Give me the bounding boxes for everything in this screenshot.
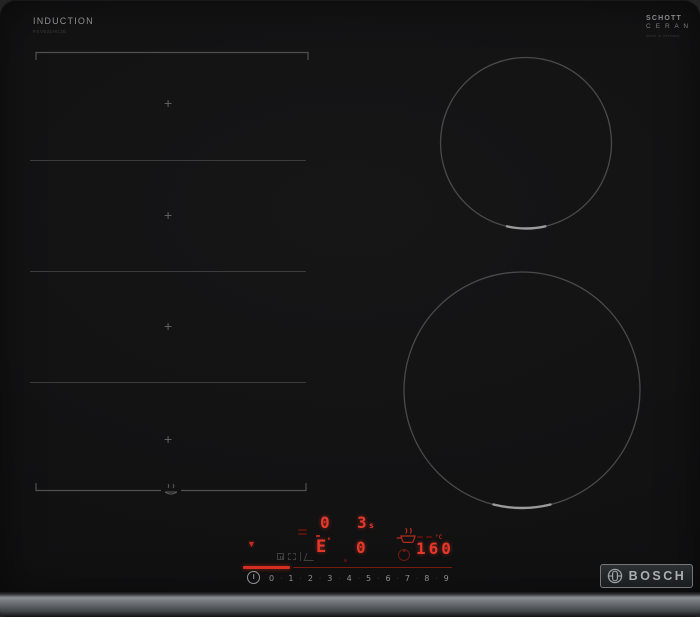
flex-zone-bottom-bracket xyxy=(36,483,306,491)
scale-dot: · xyxy=(358,575,360,582)
scale-dot: · xyxy=(435,575,437,582)
function-keys[interactable] xyxy=(277,552,315,561)
move-zone-icon[interactable] xyxy=(288,553,296,560)
pause-icon[interactable] xyxy=(277,553,284,560)
flex-zone-top-bracket xyxy=(36,53,308,61)
fry-sensor-icon[interactable] xyxy=(396,525,418,545)
plus-icon: + xyxy=(164,207,172,223)
scale-dot: · xyxy=(416,575,418,582)
zone-markings-layer xyxy=(0,0,700,617)
fry-sensor-mark-icon xyxy=(165,484,177,494)
flex-indicator-mark: ' xyxy=(326,537,331,547)
scale-dot: · xyxy=(338,575,340,582)
flex-indicator-char: E xyxy=(316,537,326,557)
cooking-zone-bottom-right xyxy=(404,272,640,508)
dim-indicator-bar xyxy=(298,529,307,531)
cooking-zone-top-right-front-arc xyxy=(441,58,612,229)
flex-indicator-tick xyxy=(316,535,320,537)
plus-icon: + xyxy=(164,95,172,111)
power-level-scale: 0 · 1 · 2 · 3 · 4 · 5 · 6 · 7 · 8 · 9 xyxy=(269,572,449,584)
bosch-symbol-icon xyxy=(607,568,623,584)
scale-number-3[interactable]: 3 xyxy=(327,574,332,583)
scale-dot: · xyxy=(280,575,282,582)
scale-number-7[interactable]: 7 xyxy=(405,574,410,583)
timer-display: 3 xyxy=(357,513,367,532)
power-button[interactable] xyxy=(247,571,260,584)
scale-number-6[interactable]: 6 xyxy=(385,574,390,583)
scale-dot: · xyxy=(397,575,399,582)
scale-number-0[interactable]: 0 xyxy=(269,574,274,583)
timer-unit-label: s xyxy=(369,521,374,530)
timer-ring-icon[interactable] xyxy=(398,549,410,561)
cleaning-pause-icon[interactable] xyxy=(304,553,317,561)
dim-dot xyxy=(344,559,347,562)
bosch-logo: BOSCH xyxy=(600,564,693,588)
cooking-zone-top-right xyxy=(441,58,612,229)
front-trim-strip xyxy=(0,592,700,617)
scale-dot: · xyxy=(319,575,321,582)
dim-indicator-bar xyxy=(298,533,307,535)
scale-dot: · xyxy=(377,575,379,582)
plus-icon: + xyxy=(164,431,172,447)
zone-select-arrow-icon[interactable]: ▼ xyxy=(247,539,256,549)
key-divider xyxy=(300,552,301,561)
scale-number-8[interactable]: 8 xyxy=(424,574,429,583)
plus-icon: + xyxy=(164,318,172,334)
temp-display: 160 xyxy=(416,539,454,558)
scale-number-9[interactable]: 9 xyxy=(444,574,449,583)
scale-number-2[interactable]: 2 xyxy=(308,574,313,583)
scale-number-1[interactable]: 1 xyxy=(288,574,293,583)
cooking-zone-bottom-right-front-arc xyxy=(404,272,640,508)
scale-number-5[interactable]: 5 xyxy=(366,574,371,583)
power-icon xyxy=(253,574,255,579)
bosch-wordmark: BOSCH xyxy=(629,569,687,583)
power-display-top-left: 0 xyxy=(320,513,330,532)
flex-zone-indicator: E' xyxy=(316,537,332,557)
bosch-induction-hob: INDUCTION PXV631HC1E SCHOTT C E R A N Ma… xyxy=(0,0,700,617)
power-display-bottom-left: 0 xyxy=(356,538,366,557)
power-slider-active-segment[interactable] xyxy=(243,566,290,569)
scale-dot: · xyxy=(299,575,301,582)
scale-number-4[interactable]: 4 xyxy=(347,574,352,583)
